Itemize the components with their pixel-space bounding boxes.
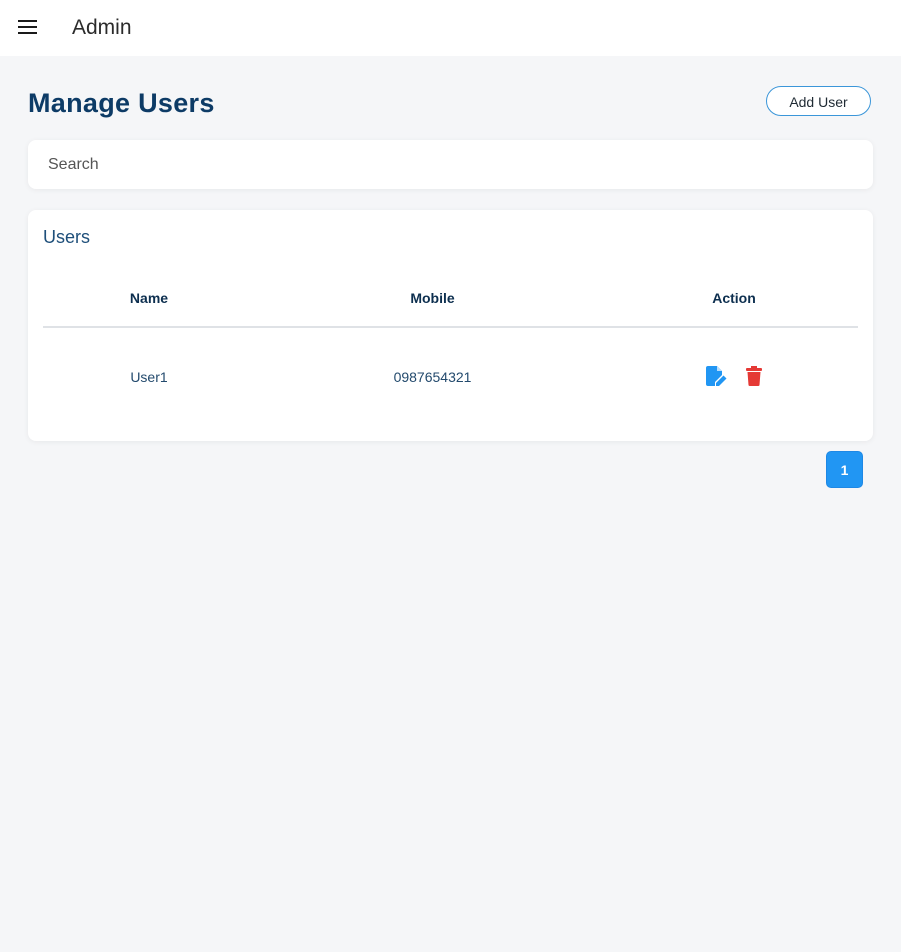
add-user-button[interactable]: Add User [766,86,871,116]
edit-user-button[interactable] [705,365,727,387]
hamburger-menu-icon[interactable] [18,20,38,36]
trash-icon [746,366,762,386]
column-header-mobile: Mobile [410,290,455,306]
pagination-page-button[interactable]: 1 [826,451,863,488]
page-title: Manage Users [28,88,215,118]
cell-mobile: 0987654321 [393,369,472,385]
top-app-bar: Admin [0,0,901,56]
cell-name: User1 [130,369,168,385]
app-title: Admin [72,16,132,39]
delete-user-button[interactable] [745,365,763,387]
column-header-action: Action [712,290,756,306]
table-header-divider [43,326,858,328]
edit-icon [706,366,727,386]
column-header-name: Name [129,290,169,306]
card-title: Users [43,227,91,247]
search-card [28,140,873,189]
search-input[interactable] [28,140,873,189]
users-card: Users Name Mobile Action User1 098765432… [28,210,873,441]
